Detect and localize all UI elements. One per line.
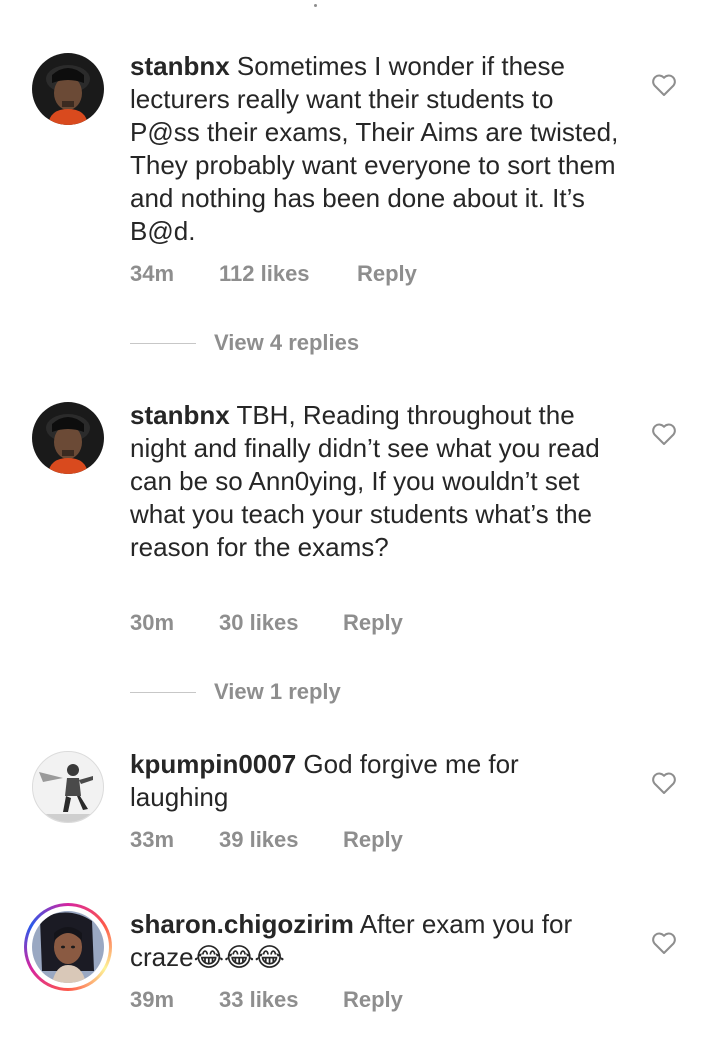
comment-time: 30m xyxy=(130,610,175,635)
reply-button[interactable]: Reply xyxy=(343,827,403,853)
view-replies-label: View 4 replies xyxy=(214,330,360,355)
avatar xyxy=(32,911,104,983)
avatar[interactable] xyxy=(32,402,104,474)
view-replies-button[interactable]: View 4 replies xyxy=(130,328,359,358)
comment-meta: 30m 30 likes Reply xyxy=(130,610,403,636)
scroll-indicator-dot xyxy=(314,4,317,7)
replies-divider xyxy=(130,691,196,693)
profile-photo-icon xyxy=(32,911,104,983)
replies-divider xyxy=(130,342,196,344)
comment-meta: 33m 39 likes Reply xyxy=(130,827,403,853)
profile-photo-icon xyxy=(32,402,104,474)
comment-time: 39m xyxy=(130,987,175,1012)
heart-icon[interactable] xyxy=(651,422,677,446)
profile-photo-icon xyxy=(33,752,103,822)
avatar-ring-gap xyxy=(27,906,109,988)
comment-time: 33m xyxy=(130,827,175,852)
avatar[interactable] xyxy=(32,53,104,125)
reply-button[interactable]: Reply xyxy=(357,261,417,287)
comment-username[interactable]: stanbnx xyxy=(130,51,230,81)
reply-button[interactable]: Reply xyxy=(343,610,403,636)
comment-likes[interactable]: 33 likes xyxy=(219,987,343,1013)
comment-meta: 39m 33 likes Reply xyxy=(130,987,403,1013)
heart-icon[interactable] xyxy=(651,931,677,955)
comment-meta: 34m 112 likes Reply xyxy=(130,261,417,287)
comment-username[interactable]: stanbnx xyxy=(130,400,230,430)
profile-photo-icon xyxy=(32,53,104,125)
view-replies-label: View 1 reply xyxy=(214,679,341,704)
comment-username[interactable]: kpumpin0007 xyxy=(130,749,296,779)
avatar[interactable] xyxy=(32,751,104,823)
avatar-story-ring[interactable] xyxy=(24,903,112,991)
heart-icon[interactable] xyxy=(651,771,677,795)
comment-username[interactable]: sharon.chigozirim xyxy=(130,909,354,939)
comment-likes[interactable]: 112 likes xyxy=(219,261,357,287)
comment-body: sharon.chigozirim After exam you for cra… xyxy=(130,908,600,974)
comment-likes[interactable]: 39 likes xyxy=(219,827,343,853)
comment-body: kpumpin0007 God forgive me for laughing xyxy=(130,748,600,814)
comment-body: stanbnx TBH, Reading throughout the nigh… xyxy=(130,399,600,564)
comment-time: 34m xyxy=(130,261,175,286)
heart-icon[interactable] xyxy=(651,73,677,97)
reply-button[interactable]: Reply xyxy=(343,987,403,1013)
comment-body: stanbnx Sometimes I wonder if these lect… xyxy=(130,50,630,248)
view-replies-button[interactable]: View 1 reply xyxy=(130,677,341,707)
comment-likes[interactable]: 30 likes xyxy=(219,610,343,636)
